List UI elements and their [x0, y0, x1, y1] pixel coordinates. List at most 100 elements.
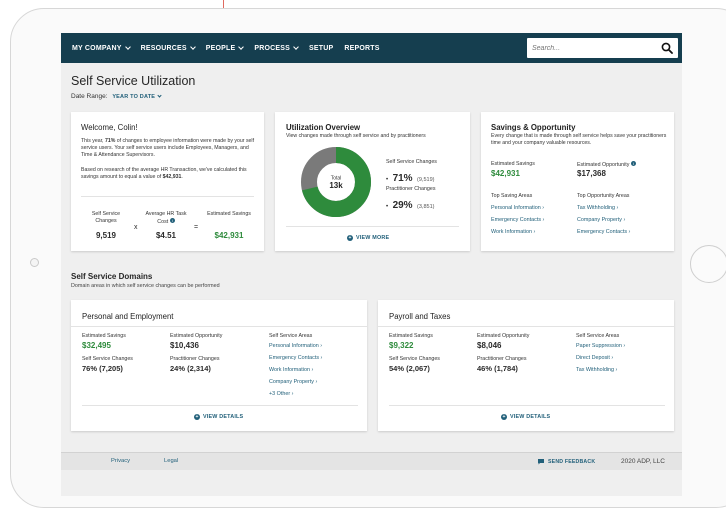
search-input[interactable]: [527, 44, 652, 52]
calc-task-cost-value: $4.51: [155, 231, 177, 240]
top-saving-label: Top Saving Areas: [491, 193, 533, 199]
footer-legal-link[interactable]: Legal: [164, 458, 178, 464]
chevron-down-icon: [238, 44, 245, 50]
areas-label: Self Service Areas: [576, 333, 620, 339]
nav-label: MY COMPANY: [72, 44, 122, 52]
area-link[interactable]: Work Information ›: [269, 367, 313, 373]
pr-count: (3,851): [417, 204, 435, 210]
area-link[interactable]: Direct Deposit ›: [576, 355, 613, 361]
est-savings-label: Estimated Savings: [82, 333, 126, 339]
footer: Privacy Legal SEND FEEDBACK 2020 ADP, LL…: [61, 452, 682, 470]
pr-changes-stat: • 29% (3,851): [386, 195, 434, 213]
search-icon[interactable]: [661, 42, 673, 54]
nav-process[interactable]: PROCESS: [254, 44, 299, 52]
link-label: Work Information: [269, 367, 310, 373]
pr-changes-label: Practitioner Changes: [477, 356, 527, 362]
nav-setup[interactable]: SETUP: [309, 45, 333, 52]
top-saving-link[interactable]: Emergency Contacts ›: [491, 217, 544, 223]
feedback-label: SEND FEEDBACK: [548, 458, 596, 465]
area-link[interactable]: Personal Information ›: [269, 343, 322, 349]
area-link[interactable]: Tax Withholding ›: [576, 367, 617, 373]
send-feedback-button[interactable]: SEND FEEDBACK: [537, 458, 595, 465]
chevron-down-icon: [293, 44, 299, 50]
info-icon[interactable]: i: [630, 161, 636, 166]
area-link[interactable]: Company Property ›: [269, 379, 317, 385]
ss-count: (9,519): [417, 177, 435, 183]
nav-people[interactable]: PEOPLE: [206, 44, 245, 52]
footer-privacy-link[interactable]: Privacy: [111, 458, 130, 464]
view-more-button[interactable]: + VIEW MORE: [347, 235, 389, 241]
nav-resources[interactable]: RESOURCES: [140, 44, 196, 52]
text-span: This year,: [81, 138, 105, 144]
divider: [286, 226, 459, 227]
link-label: Personal Information: [269, 343, 319, 349]
date-range-value: YEAR TO DATE: [112, 94, 156, 100]
ss-pct: 71%: [392, 173, 413, 184]
calc-ss-changes-value: 9,519: [95, 231, 117, 240]
calc-ss-changes-label: Self Service Changes: [91, 211, 121, 224]
savings-subtitle: Every change that is made through self s…: [491, 133, 667, 146]
est-savings-label: Estimated Savings: [491, 161, 535, 167]
info-icon[interactable]: i: [169, 217, 175, 223]
date-range-dropdown[interactable]: YEAR TO DATE: [112, 93, 162, 100]
top-opp-link[interactable]: Company Property ›: [577, 217, 625, 223]
top-saving-link[interactable]: Work Information ›: [491, 229, 535, 235]
est-opp-label: Estimated Opportunity i: [577, 161, 636, 169]
welcome-text-2: Based on research of the average HR Tran…: [81, 167, 257, 181]
est-savings-value: $9,322: [389, 341, 414, 350]
link-label: Emergency Contacts: [577, 229, 628, 235]
copyright: 2020 ADP, LLC: [621, 458, 665, 465]
utilization-title: Utilization Overview: [286, 123, 361, 132]
app-screen: MY COMPANY RESOURCES PEOPLE PROCESS SETU…: [61, 33, 682, 496]
top-saving-link[interactable]: Personal Information ›: [491, 205, 544, 211]
welcome-text-1: This year, 71% of changes to employee in…: [81, 138, 257, 159]
area-link[interactable]: Paper Suppression ›: [576, 343, 625, 349]
calc-task-cost-label: Average HR Task Cost i: [145, 211, 187, 225]
divider: [82, 405, 358, 406]
utilization-donut[interactable]: Total 13k: [300, 146, 372, 218]
link-label: Company Property: [269, 379, 314, 385]
plus-circle-icon: +: [347, 235, 353, 241]
ss-changes-value: 76% (7,205): [82, 364, 123, 373]
link-label: Company Property: [577, 217, 622, 223]
view-details-button[interactable]: + VIEW DETAILS: [194, 414, 243, 420]
domain-title: Personal and Employment: [82, 312, 174, 321]
est-savings-value: $32,495: [82, 341, 111, 350]
link-label: Work Information: [491, 229, 532, 235]
ss-changes-stat: • 71% (9,519): [386, 168, 434, 186]
view-details-button[interactable]: + VIEW DETAILS: [501, 414, 550, 420]
chevron-down-icon: [189, 44, 196, 50]
est-opp-value: $10,436: [170, 341, 199, 350]
ss-changes-label: Self Service Changes: [389, 356, 440, 362]
calc-multiply: x: [134, 224, 138, 231]
welcome-title: Welcome, Colin!: [81, 123, 138, 132]
divider: [81, 196, 254, 197]
text-span: Average HR Task Cost: [145, 211, 187, 225]
utilization-card: Utilization Overview View changes made t…: [275, 112, 470, 251]
nav-reports[interactable]: REPORTS: [344, 45, 379, 52]
divider: [389, 405, 665, 406]
est-savings-label: Estimated Savings: [389, 333, 433, 339]
domains-subtitle: Domain areas in which self service chang…: [71, 283, 220, 289]
area-link-more[interactable]: +3 Other ›: [269, 391, 293, 397]
top-opp-link[interactable]: Emergency Contacts ›: [577, 229, 630, 235]
utilization-subtitle: View changes made through self service a…: [286, 133, 426, 139]
domain-title: Payroll and Taxes: [389, 312, 451, 321]
pr-changes-label: Practitioner Changes: [170, 356, 220, 362]
nav-label: RESOURCES: [140, 44, 187, 52]
divider: [71, 326, 367, 327]
nav-label: SETUP: [308, 44, 334, 52]
area-link[interactable]: Emergency Contacts ›: [269, 355, 322, 361]
search-box: [527, 38, 678, 58]
text-span: 71%: [104, 138, 116, 144]
tablet-home-button[interactable]: [690, 245, 726, 283]
link-label: Direct Deposit: [576, 355, 610, 361]
top-opp-link[interactable]: Tax Withholding ›: [577, 205, 618, 211]
ss-changes-label: Self Service Changes: [386, 159, 437, 165]
nav-my-company[interactable]: MY COMPANY: [72, 44, 131, 52]
ss-changes-value: 54% (2,067): [389, 364, 430, 373]
top-nav: MY COMPANY RESOURCES PEOPLE PROCESS SETU…: [61, 33, 682, 63]
domain-card-personal-employment: Personal and Employment Estimated Saving…: [71, 300, 367, 431]
est-opp-value: $17,368: [577, 169, 606, 178]
page-title: Self Service Utilization: [71, 74, 196, 88]
